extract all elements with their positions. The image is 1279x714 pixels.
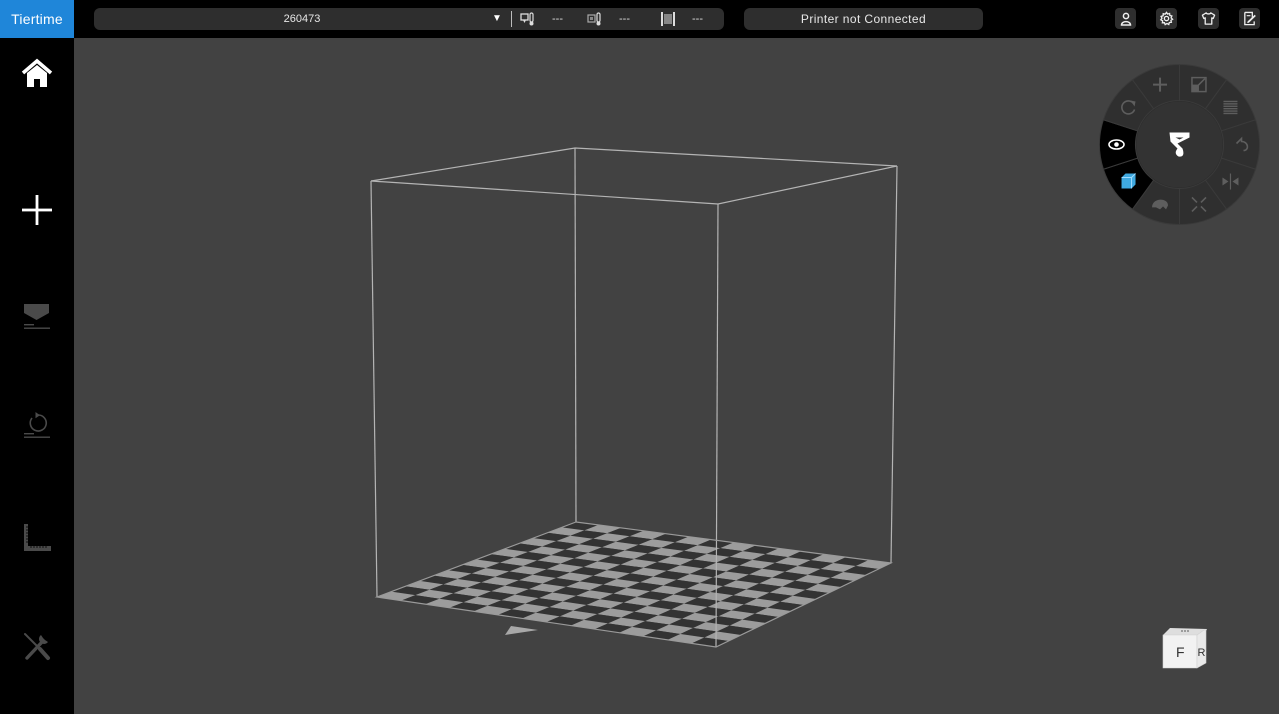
user-icon [1120, 12, 1131, 26]
view-cube[interactable]: F R [1160, 626, 1210, 670]
triangle-down-icon[interactable]: ▼ [492, 8, 502, 30]
account-button[interactable] [1115, 8, 1136, 29]
sidebar-item-initialize[interactable] [14, 404, 60, 450]
appearance-button[interactable] [1198, 8, 1219, 29]
filament-spool-icon [660, 11, 676, 27]
build-platform [377, 522, 891, 647]
model-selector[interactable]: 260473 ▼ --- --- --- [94, 8, 724, 30]
sidebar [0, 38, 74, 714]
gear-icon [1159, 11, 1174, 26]
platform-temperature-stat: --- [587, 8, 630, 30]
view-cube-right-face[interactable]: R [1198, 647, 1206, 659]
model-selector-value[interactable]: 260473 [94, 8, 510, 30]
volume-edge-left-front [370, 180, 378, 598]
cube-icon [1121, 173, 1136, 189]
volume-edge-right-back [890, 165, 898, 564]
view-cube-front-face[interactable]: F [1176, 644, 1185, 660]
sidebar-item-calibrate[interactable] [14, 516, 60, 562]
volume-edge-back-left [574, 147, 577, 523]
platform-temperature-value: --- [619, 13, 630, 25]
print-download-icon [24, 304, 50, 329]
reset-rotate-icon [24, 412, 50, 438]
notes-button[interactable] [1239, 8, 1260, 29]
radial-center-button[interactable] [1136, 101, 1223, 188]
filament-value: --- [692, 13, 703, 25]
nozzle-thermometer-icon [520, 11, 536, 27]
front-direction-marker [505, 626, 538, 635]
ruler-square-icon [24, 524, 51, 551]
tiertime-logo[interactable]: Tiertime [0, 0, 74, 38]
nozzle-temperature-stat: --- [520, 8, 563, 30]
settings-button[interactable] [1156, 8, 1177, 29]
document-edit-icon [1244, 11, 1256, 26]
sidebar-item-print[interactable] [14, 295, 60, 341]
tools-icon [24, 633, 50, 660]
sidebar-item-add-model[interactable] [14, 187, 60, 233]
nozzle-temperature-value: --- [552, 13, 563, 25]
volume-edge-back-top [370, 147, 898, 182]
home-icon [21, 58, 53, 87]
printer-status[interactable]: Printer not Connected [744, 8, 983, 30]
divider [511, 11, 512, 27]
sidebar-item-maintenance[interactable] [14, 624, 60, 670]
3d-viewport[interactable]: F R [74, 38, 1279, 714]
radial-tool-menu [1099, 63, 1260, 226]
top-bar: Tiertime 260473 ▼ --- --- --- Printer no… [0, 0, 1279, 38]
plus-icon [22, 195, 52, 225]
filament-stat: --- [660, 8, 703, 30]
volume-edge-front-top [370, 165, 898, 205]
platform-thermometer-icon [587, 11, 603, 27]
shirt-icon [1201, 12, 1216, 25]
sidebar-item-home[interactable] [14, 51, 60, 97]
